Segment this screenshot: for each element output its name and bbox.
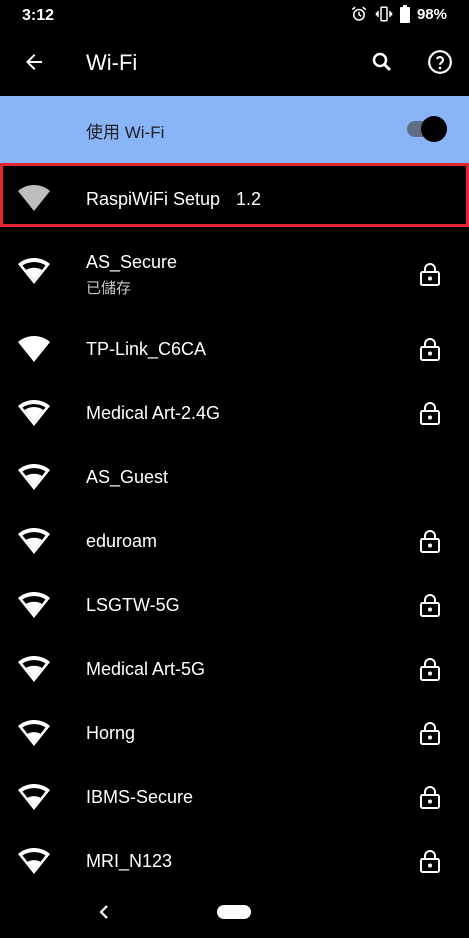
wifi-signal-icon: [18, 656, 50, 682]
network-name: Medical Art-2.4G: [86, 403, 221, 423]
network-name: IBMS-Secure: [86, 787, 194, 807]
network-name: Medical Art-5G: [86, 659, 206, 679]
alarm-icon: [350, 5, 368, 23]
search-button[interactable]: [362, 42, 402, 82]
vibrate-icon: [375, 5, 393, 23]
network-status: 已儲存: [86, 280, 132, 297]
lock-icon: [420, 658, 440, 681]
wifi-signal-icon: [18, 185, 50, 211]
lock-icon: [420, 530, 440, 553]
wifi-toggle-label: 使用 Wi-Fi: [86, 123, 165, 142]
wifi-signal-icon: [18, 592, 50, 618]
help-button[interactable]: [420, 42, 460, 82]
search-icon: [372, 52, 392, 72]
lock-icon: [420, 338, 440, 361]
network-name: LSGTW-5G: [86, 595, 180, 615]
network-row[interactable]: Medical Art-2.4G: [0, 381, 469, 445]
wifi-signal-icon: [18, 258, 50, 284]
status-icons: 98%: [350, 5, 447, 23]
lock-icon: [420, 594, 440, 617]
network-name: RaspiWiFi Setup 1.2: [86, 189, 262, 209]
network-name: Horng: [86, 723, 136, 743]
back-button[interactable]: [14, 42, 54, 82]
network-name: eduroam: [86, 531, 158, 551]
network-row[interactable]: IBMS-Secure: [0, 765, 469, 829]
system-nav-bar: [0, 890, 469, 938]
network-row[interactable]: LSGTW-5G: [0, 573, 469, 637]
battery-icon: [399, 5, 410, 23]
wifi-signal-icon: [18, 336, 50, 362]
page-title: Wi-Fi: [86, 50, 138, 75]
wifi-signal-icon: [18, 720, 50, 746]
arrow-back-icon: [26, 54, 42, 70]
lock-icon: [420, 402, 440, 425]
wifi-signal-icon: [18, 848, 50, 874]
wifi-signal-icon: [18, 528, 50, 554]
nav-home-pill[interactable]: [217, 905, 251, 919]
network-row[interactable]: TP-Link_C6CA: [0, 317, 469, 381]
nav-back-icon[interactable]: [94, 900, 114, 924]
battery-percent: 98%: [416, 5, 447, 23]
network-name: MRI_N123: [86, 851, 173, 871]
lock-icon: [420, 722, 440, 745]
help-icon: [428, 50, 452, 74]
lock-icon: [420, 786, 440, 809]
network-row[interactable]: eduroam: [0, 509, 469, 573]
network-row[interactable]: AS_Secure 已儲存: [0, 234, 469, 298]
network-name: AS_Secure: [86, 252, 178, 272]
network-row[interactable]: Medical Art-5G: [0, 637, 469, 701]
network-row[interactable]: MRI_N123: [0, 829, 469, 893]
wifi-signal-icon: [18, 464, 50, 490]
lock-icon: [420, 850, 440, 873]
network-version: 1.2: [236, 189, 262, 209]
status-time: 3:12: [22, 7, 55, 24]
network-row[interactable]: RaspiWiFi Setup 1.2: [0, 163, 469, 227]
wifi-toggle-row[interactable]: 使用 Wi-Fi: [0, 96, 469, 163]
network-name: TP-Link_C6CA: [86, 339, 207, 359]
switch-thumb: [421, 116, 447, 142]
network-row[interactable]: AS_Guest: [0, 445, 469, 509]
network-row[interactable]: Horng: [0, 701, 469, 765]
wifi-signal-icon: [18, 400, 50, 426]
wifi-switch[interactable]: [407, 116, 447, 142]
lock-icon: [420, 263, 440, 286]
status-bar: 3:12 98%: [0, 0, 469, 32]
wifi-signal-icon: [18, 784, 50, 810]
app-bar: Wi-Fi: [0, 32, 469, 96]
network-name: AS_Guest: [86, 467, 169, 487]
